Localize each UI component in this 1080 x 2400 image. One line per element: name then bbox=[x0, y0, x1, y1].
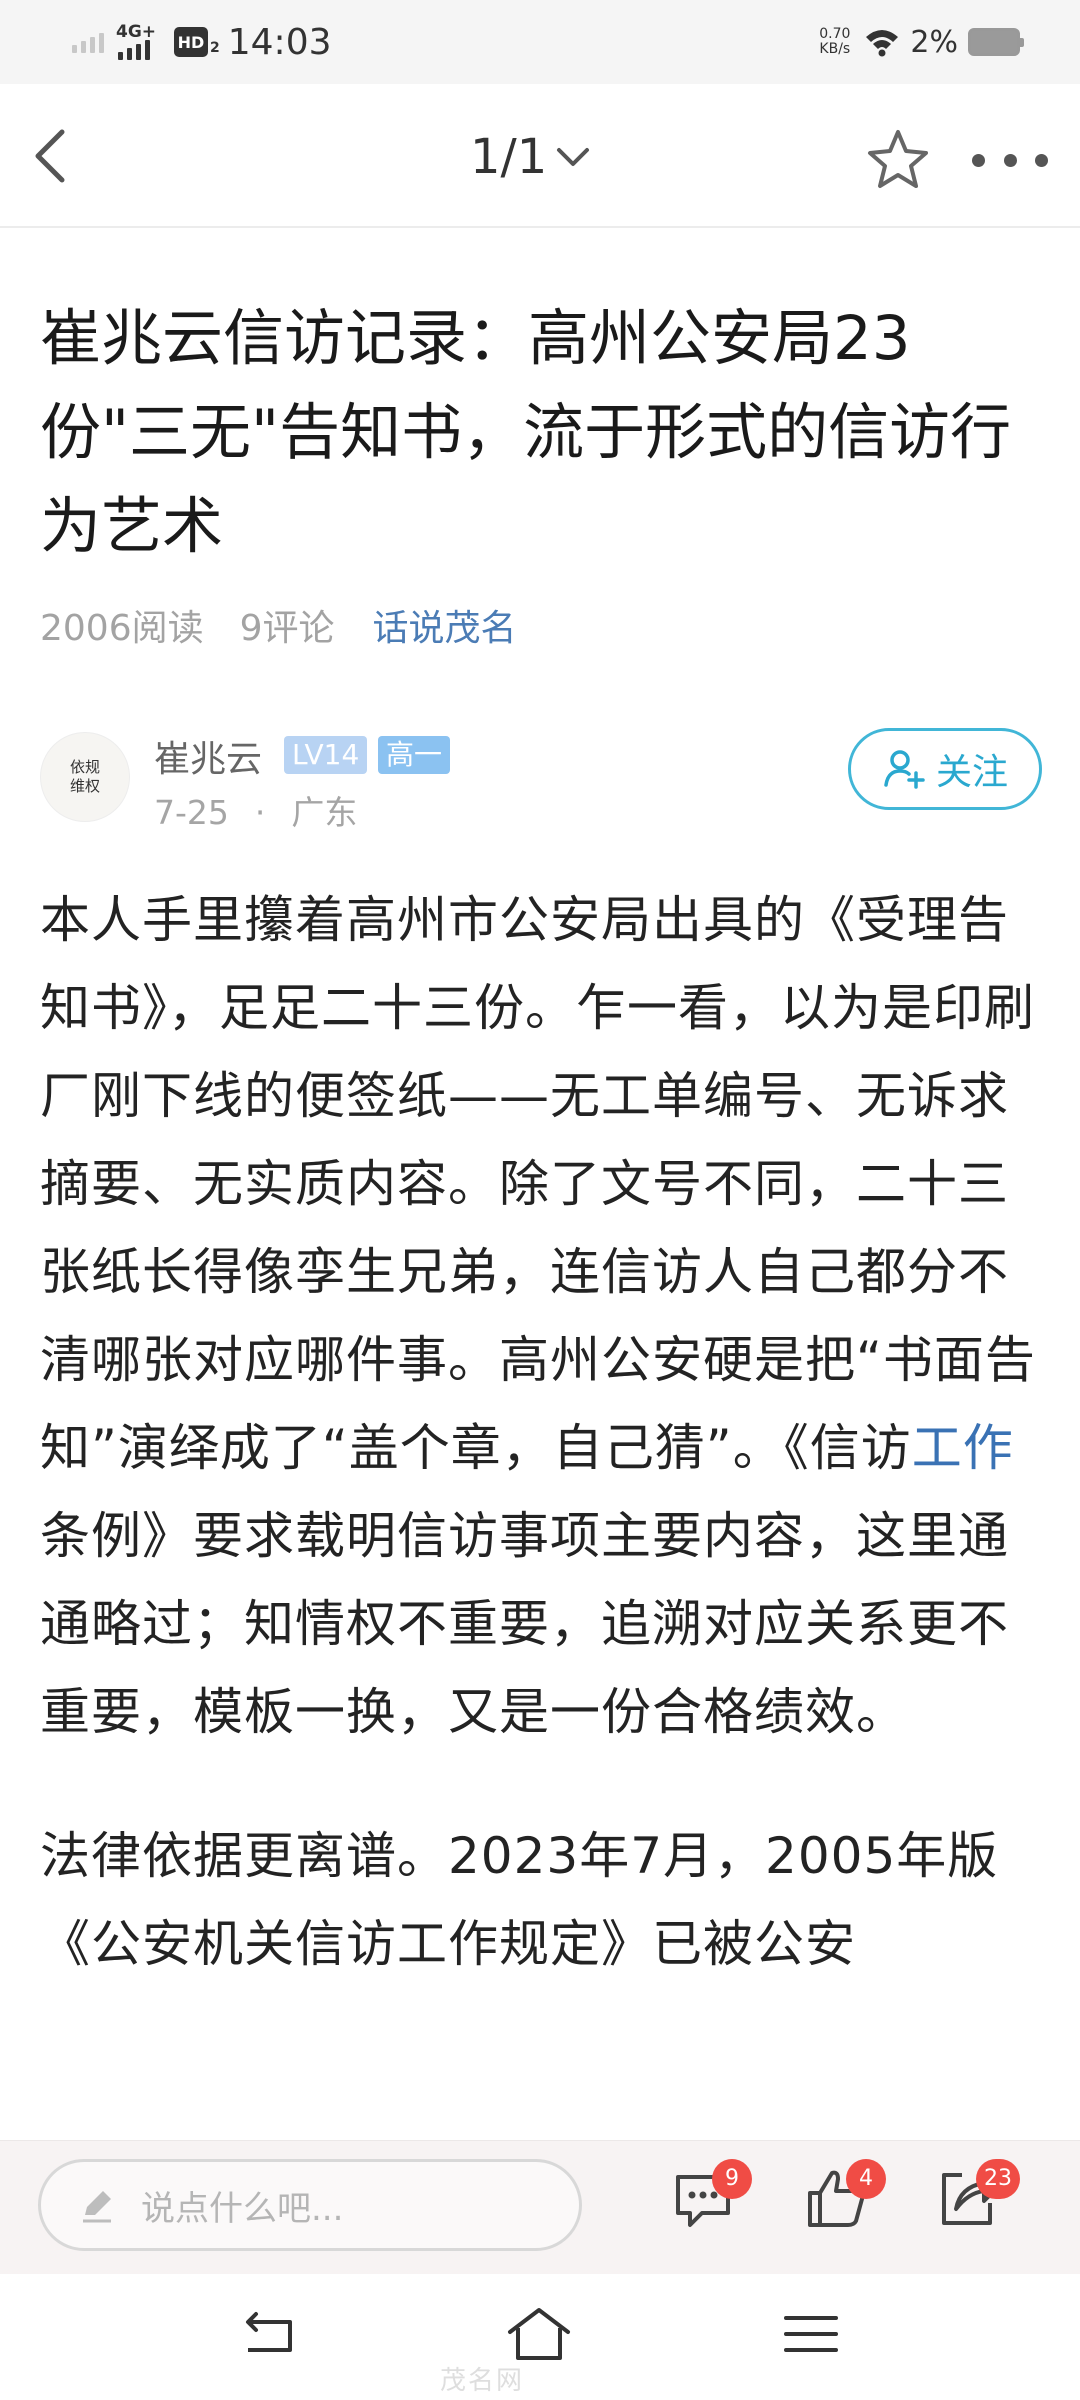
article-meta: 2006阅读 9评论 话说茂名 bbox=[40, 600, 517, 650]
more-button[interactable] bbox=[972, 140, 1048, 180]
paragraph-1-text-cont: 条例》要求载明信访事项主要内容，这里通通略过；知情权不重要，追溯对应关系更不重要… bbox=[40, 1507, 1009, 1741]
favorite-button[interactable] bbox=[862, 124, 934, 196]
author-name[interactable]: 崔兆云 bbox=[154, 730, 262, 782]
article-body: 本人手里攥着高州市公安局出具的《受理告知书》，足足二十三份。乍一看，以为是印刷厂… bbox=[40, 876, 1044, 2044]
keyword-link[interactable]: 工作 bbox=[912, 1419, 1014, 1477]
chevron-down-icon bbox=[557, 148, 590, 166]
chevron-left-icon bbox=[35, 129, 65, 183]
view-count: 2006阅读 bbox=[40, 608, 204, 649]
menu-icon bbox=[784, 2316, 838, 2352]
meta-separator: · bbox=[254, 793, 266, 832]
back-button[interactable] bbox=[22, 120, 86, 192]
watermark: 茂名网 bbox=[440, 2366, 525, 2396]
page-indicator-dropdown[interactable]: 1/1 bbox=[470, 122, 593, 192]
clock: 14:03 bbox=[227, 21, 332, 63]
comment-input[interactable]: 说点什么吧... bbox=[38, 2159, 582, 2251]
page-indicator: 1/1 bbox=[470, 129, 548, 185]
battery-percent: 2% bbox=[910, 24, 958, 60]
add-user-icon bbox=[884, 750, 925, 789]
hd-icon: HD bbox=[174, 27, 208, 57]
like-count-badge: 4 bbox=[846, 2159, 886, 2199]
paragraph-1: 本人手里攥着高州市公安局出具的《受理告知书》，足足二十三份。乍一看，以为是印刷厂… bbox=[40, 876, 1044, 1756]
post-date: 7-25 bbox=[154, 793, 229, 832]
return-icon bbox=[246, 2312, 292, 2352]
speed-unit: KB/s bbox=[819, 41, 851, 57]
level-badge: LV14 bbox=[284, 736, 368, 774]
more-dots-icon bbox=[972, 153, 985, 167]
system-nav-bar bbox=[0, 2274, 1080, 2400]
paragraph-1-text: 本人手里攥着高州市公安局出具的《受理告知书》，足足二十三份。乍一看，以为是印刷厂… bbox=[40, 891, 1036, 1477]
author-meta: 7-25 · 广东 bbox=[154, 786, 357, 834]
author-location: 广东 bbox=[291, 793, 358, 832]
comments-button[interactable]: 9 bbox=[670, 2159, 752, 2243]
status-left: 4G+ HD 2 14:03 bbox=[72, 20, 332, 64]
share-button[interactable]: 23 bbox=[932, 2159, 1020, 2243]
nav-back-button[interactable] bbox=[234, 2304, 304, 2364]
grade-badge: 高一 bbox=[378, 736, 451, 774]
follow-button[interactable]: 关注 bbox=[848, 728, 1042, 810]
avatar[interactable]: 依规维权 bbox=[40, 732, 130, 822]
comment-count[interactable]: 9评论 bbox=[240, 599, 335, 651]
nav-menu-button[interactable] bbox=[776, 2304, 846, 2364]
pencil-icon bbox=[83, 2191, 111, 2223]
topic-link[interactable]: 话说茂名 bbox=[373, 599, 517, 651]
sim1-signal-icon bbox=[72, 31, 104, 53]
star-icon bbox=[868, 130, 928, 188]
status-bar: 4G+ HD 2 14:03 0.70 KB/s 2% bbox=[0, 0, 1080, 84]
comment-count-badge: 9 bbox=[712, 2159, 752, 2199]
author-row: 依规维权 崔兆云 LV14 高一 7-25 · 广东 关注 bbox=[40, 722, 1042, 834]
paragraph-2: 法律依据更离谱。2023年7月，2005年版《公安机关信访工作规定》已被公安 bbox=[40, 1827, 999, 1973]
comment-bar: 说点什么吧... 9 4 23 bbox=[0, 2140, 1080, 2274]
comment-placeholder: 说点什么吧... bbox=[141, 2188, 344, 2229]
follow-label: 关注 bbox=[935, 752, 1008, 793]
status-right: 0.70 KB/s 2% bbox=[819, 20, 1024, 64]
share-count-badge: 23 bbox=[976, 2159, 1020, 2199]
like-button[interactable]: 4 bbox=[802, 2159, 886, 2243]
home-icon bbox=[508, 2308, 570, 2360]
avatar-seal-text: 依规维权 bbox=[69, 758, 100, 795]
network-speed: 0.70 KB/s bbox=[819, 27, 850, 57]
wifi-icon bbox=[866, 30, 899, 57]
article-title: 崔兆云信访记录：高州公安局23份"三无"告知书，流于形式的信访行为艺术 bbox=[40, 303, 1012, 562]
network-type: 4G+ bbox=[116, 22, 157, 42]
speed-value: 0.70 bbox=[819, 26, 851, 42]
hd-sub: 2 bbox=[210, 40, 220, 56]
nav-home-button[interactable] bbox=[504, 2304, 574, 2364]
top-nav-bar: 1/1 bbox=[0, 84, 1080, 228]
battery-icon bbox=[968, 28, 1024, 56]
network-signal-icon: 4G+ bbox=[116, 22, 164, 62]
